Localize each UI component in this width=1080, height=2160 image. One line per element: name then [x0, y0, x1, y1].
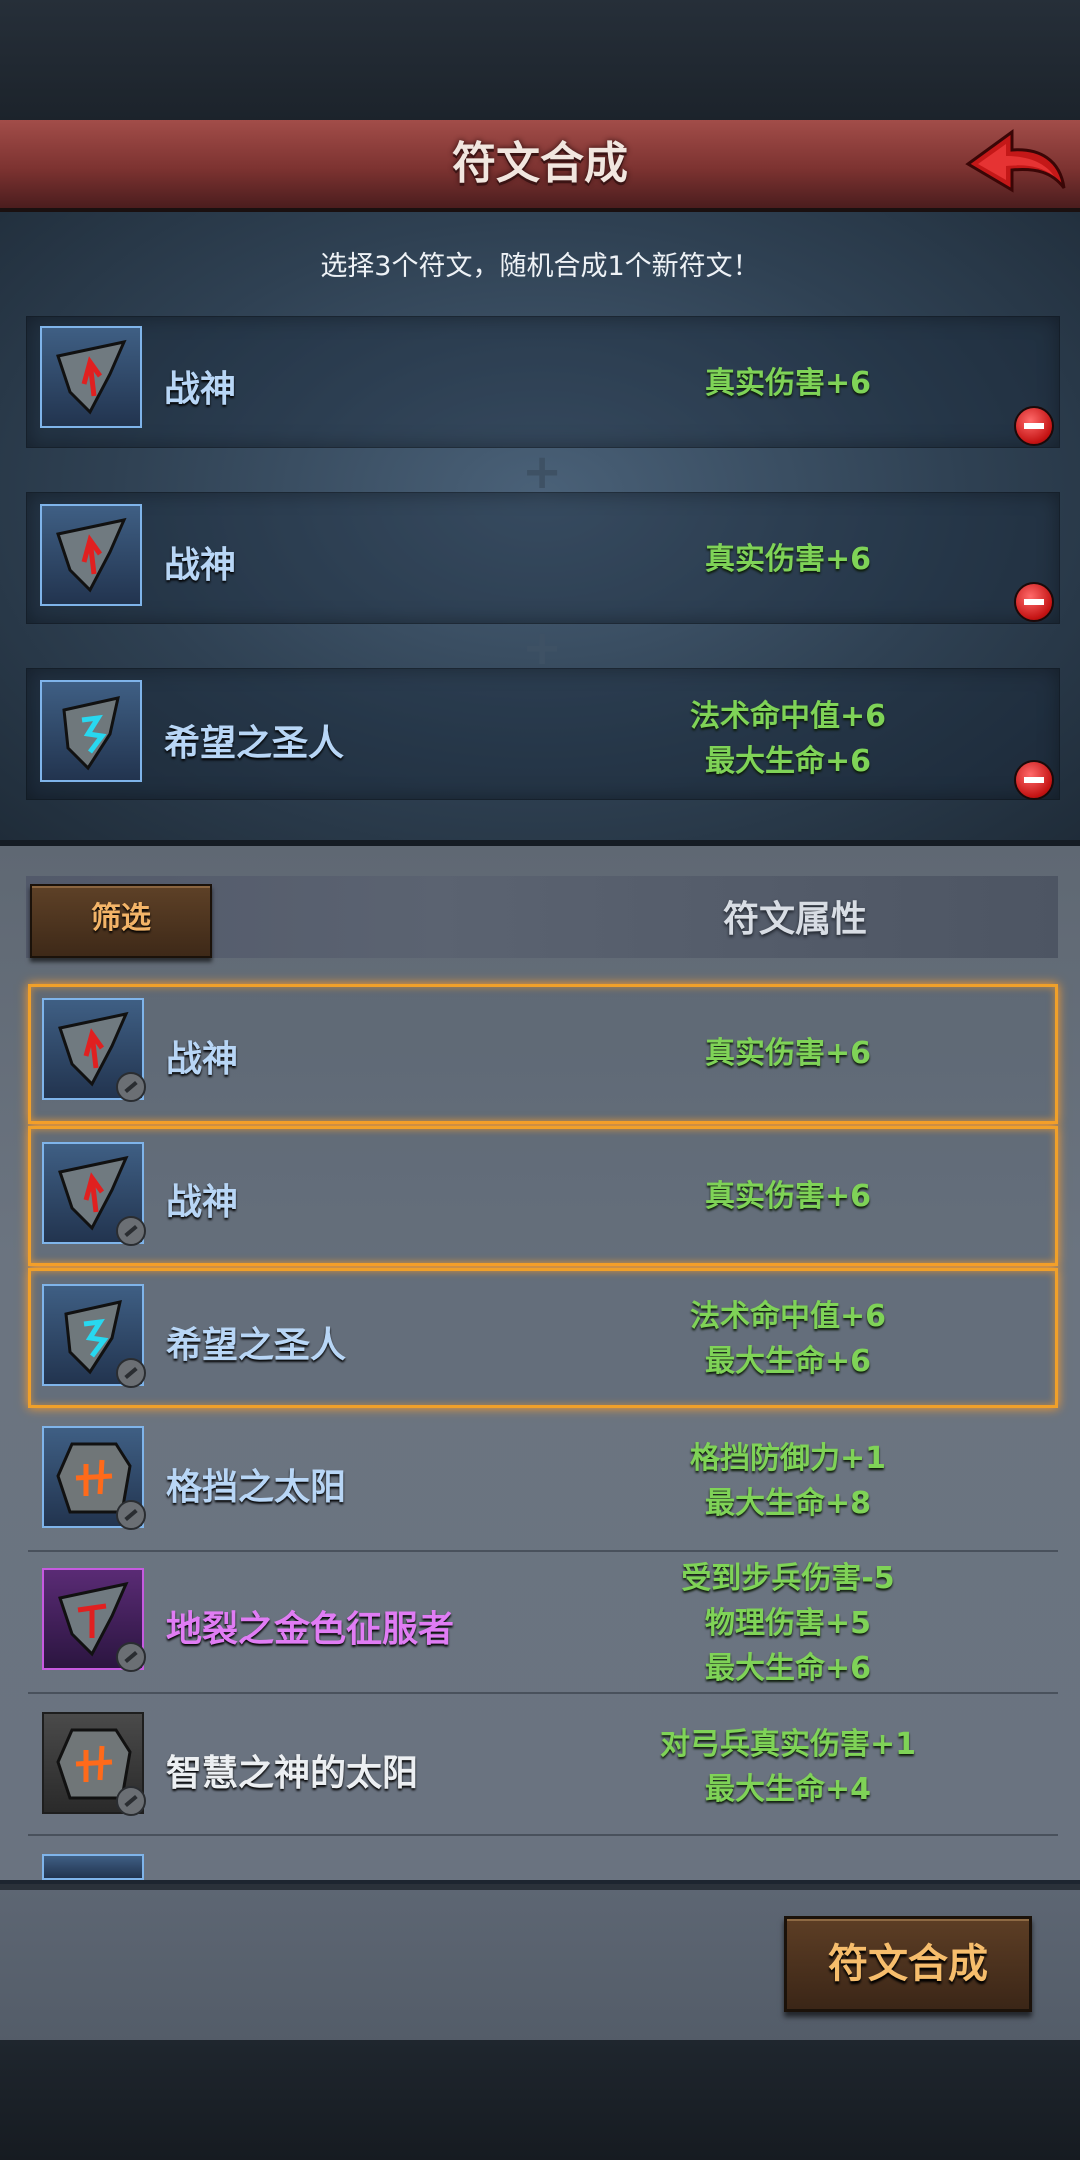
page-title: 符文合成 — [452, 138, 628, 189]
remove-button[interactable] — [1014, 760, 1054, 800]
rune-name: 战神 — [166, 1039, 239, 1080]
instruction-text: 选择3个符文，随机合成1个新符文！ — [320, 251, 760, 282]
attribute-header: 符文属性 — [722, 899, 867, 940]
filter-button[interactable]: 筛选 — [30, 884, 212, 958]
rune-stats: 法术命中值+6 最大生命+6 — [689, 1299, 886, 1379]
rune-name: 智慧之神的太阳 — [166, 1753, 419, 1794]
rune-stats: 格挡防御力+1 最大生命+8 — [689, 1441, 886, 1521]
rune-icon — [42, 1142, 146, 1246]
rune-name: 战神 — [166, 1182, 239, 1223]
lock-icon — [116, 1786, 146, 1816]
rune-icon — [42, 1426, 146, 1530]
lock-icon — [116, 1216, 146, 1246]
synthesize-button[interactable]: 符文合成 — [784, 1916, 1032, 2012]
rune-icon-partial — [42, 1854, 144, 1880]
blue-rune-icon — [62, 696, 120, 771]
back-arrow-icon[interactable] — [960, 126, 1070, 202]
remove-button[interactable] — [1014, 406, 1054, 446]
rune-stats: 法术命中值+6 最大生命+6 — [689, 699, 886, 779]
rune-stats: 真实伤害+6 — [704, 542, 871, 577]
rune-icon — [42, 1568, 146, 1672]
rune-name: 战神 — [164, 369, 237, 410]
bottom-area — [0, 2040, 1080, 2160]
rune-name: 希望之圣人 — [166, 1325, 347, 1366]
rune-stats: 真实伤害+6 — [704, 366, 871, 401]
plus-icon: + — [522, 444, 563, 500]
rune-stats: 真实伤害+6 — [704, 1179, 871, 1214]
rune-icon — [42, 1712, 146, 1816]
rune-icon — [40, 326, 142, 428]
rune-icon — [42, 1284, 146, 1388]
rune-name: 格挡之太阳 — [166, 1467, 347, 1508]
status-area — [0, 0, 1080, 120]
lock-icon — [116, 1642, 146, 1672]
remove-button[interactable] — [1014, 582, 1054, 622]
rune-icon — [40, 504, 142, 606]
rune-name: 战神 — [164, 545, 237, 586]
rune-name: 希望之圣人 — [164, 723, 345, 764]
rune-stats: 真实伤害+6 — [704, 1036, 871, 1071]
red-rune-icon — [56, 517, 127, 593]
lock-icon — [116, 1500, 146, 1530]
rune-stats: 受到步兵伤害-5 物理伤害+5 最大生命+6 — [681, 1561, 895, 1686]
plus-icon: + — [522, 620, 563, 676]
title-bar: 符文合成 — [0, 120, 1080, 212]
rune-icon — [42, 998, 146, 1102]
rune-stats: 对弓兵真实伤害+1 最大生命+4 — [659, 1727, 916, 1807]
rune-icon — [40, 680, 142, 782]
red-rune-icon — [56, 339, 127, 415]
rune-name: 地裂之金色征服者 — [166, 1609, 455, 1650]
lock-icon — [116, 1358, 146, 1388]
lock-icon — [116, 1072, 146, 1102]
